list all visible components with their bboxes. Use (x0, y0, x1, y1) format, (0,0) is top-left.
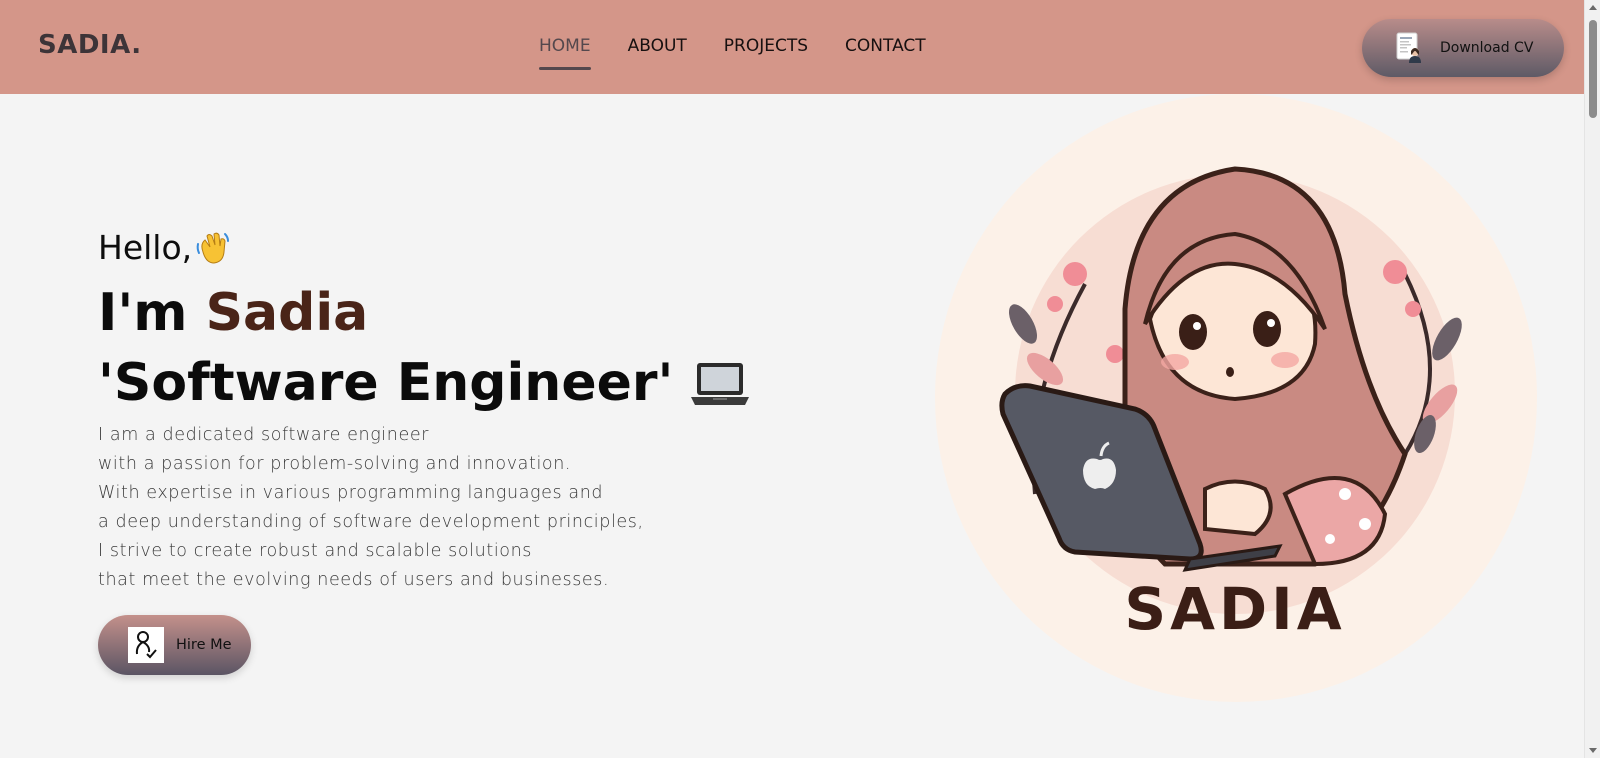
scroll-up-arrow-icon[interactable] (1589, 5, 1597, 10)
download-cv-label: Download CV (1440, 40, 1534, 56)
greeting-text: Hello, (98, 228, 193, 267)
main-nav: HOME ABOUT PROJECTS CONTACT (539, 36, 963, 70)
laptop-icon (691, 363, 750, 405)
hero-section: Hello, I'm Sadia 'Software Engineer' I a… (98, 228, 798, 675)
intro-prefix: I'm (98, 283, 206, 343)
nav-link-about[interactable]: ABOUT (628, 36, 687, 70)
bio-paragraph: I am a dedicated software engineer with … (98, 421, 798, 595)
nav-link-contact[interactable]: CONTACT (845, 36, 926, 70)
bio-line: With expertise in various programming la… (98, 483, 604, 503)
hire-me-label: Hire Me (176, 637, 232, 653)
avatar-illustration: SADIA (935, 94, 1537, 702)
bio-line: that meet the evolving needs of users an… (98, 570, 610, 590)
resume-document-icon (1396, 32, 1421, 63)
bio-line: I strive to create robust and scalable s… (98, 541, 532, 561)
person-check-icon (128, 627, 164, 663)
nav-link-projects[interactable]: PROJECTS (724, 36, 808, 70)
waving-hand-icon (196, 232, 230, 264)
role-text: 'Software Engineer' (98, 353, 674, 413)
bio-line: with a passion for problem-solving and i… (98, 454, 572, 474)
site-logo[interactable]: SADIA. (38, 30, 142, 60)
scroll-down-arrow-icon[interactable] (1589, 748, 1597, 753)
role-heading: 'Software Engineer' (98, 353, 798, 413)
hijabi-girl-laptop-icon: SADIA (999, 166, 1462, 643)
bio-line: I am a dedicated software engineer (98, 425, 429, 445)
avatar-caption: SADIA (1124, 575, 1345, 643)
download-cv-button[interactable]: Download CV (1362, 19, 1564, 77)
page-scrollbar[interactable] (1584, 0, 1600, 758)
scroll-thumb[interactable] (1589, 20, 1597, 118)
hire-me-button[interactable]: Hire Me (98, 615, 251, 675)
navbar: SADIA. HOME ABOUT PROJECTS CONTACT Downl… (0, 0, 1584, 94)
greeting: Hello, (98, 228, 798, 267)
intro-heading: I'm Sadia (98, 283, 798, 343)
intro-name: Sadia (205, 283, 369, 343)
nav-link-home[interactable]: HOME (539, 36, 591, 70)
bio-line: a deep understanding of software develop… (98, 512, 644, 532)
